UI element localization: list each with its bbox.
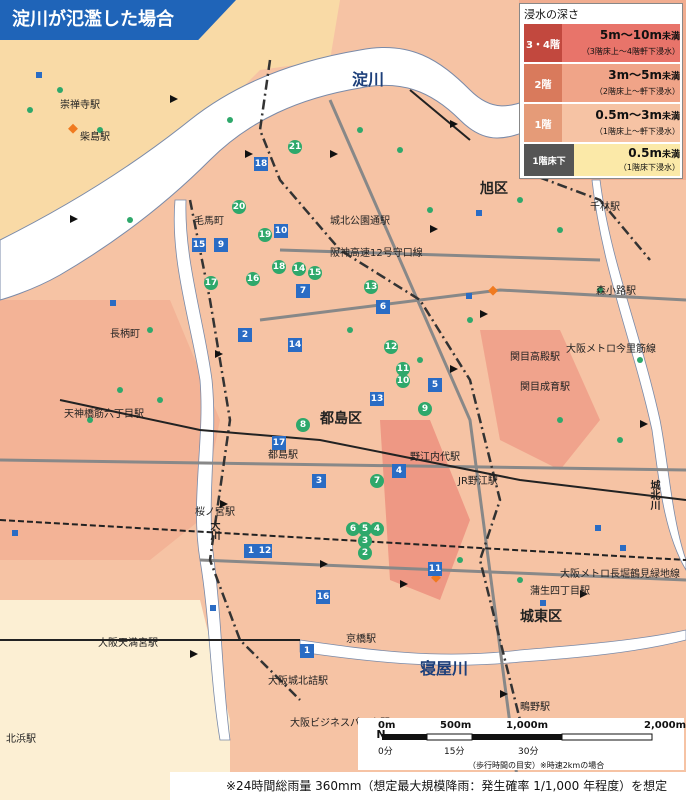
label-neyagawa: 寝屋川 (420, 659, 469, 678)
label-shigino: 鴫野駅 (520, 702, 550, 713)
shelter-blue-marker: 1 (300, 644, 314, 658)
shelter-green-marker: 20 (232, 200, 246, 214)
shelter-green-marker: 8 (296, 418, 310, 432)
shelter-blue-marker: 4 (392, 464, 406, 478)
label-morishoji: 森小路駅 (596, 286, 636, 297)
shelter-blue-marker: 17 (272, 436, 286, 450)
scale-1000m: 1,000m (506, 720, 549, 731)
shelter-green-marker: 14 (292, 262, 306, 276)
label-gamo: 蒲生四丁目駅 (530, 586, 590, 597)
shelter-green-marker: 10 (396, 374, 410, 388)
shelter-blue-marker: 10 (274, 224, 288, 238)
legend-note-low: （1階床上～軒下浸水） (594, 127, 680, 136)
label-sekime: 関目高殿駅 (510, 352, 560, 363)
legend-title: 浸水の深さ (524, 8, 579, 21)
label-shirokita: 城北川 (648, 480, 659, 510)
label-jr-noe: JR野江駅 (458, 476, 498, 487)
legend-icon-1: 1階 (524, 104, 562, 142)
legend-icon-34: 3・4階 (524, 24, 562, 62)
label-osaka-tenmangu: 大阪天満宮駅 (98, 638, 158, 649)
shelter-blue-marker: 14 (288, 338, 302, 352)
label-koen-minami: 城北公園通駅 (330, 216, 390, 227)
shelter-blue-marker: 9 (214, 238, 228, 252)
label-shibajima: 柴島駅 (80, 132, 110, 143)
shelter-blue-marker: 18 (254, 157, 268, 171)
label-yodogawa: 淀川 (352, 70, 385, 89)
shelter-green-marker: 17 (204, 276, 218, 290)
legend-range-mid: 3m～5m未満 (608, 68, 680, 82)
shelter-blue-marker: 2 (238, 328, 252, 342)
map-title: 淀川が氾濫した場合 (0, 0, 236, 40)
legend-icon-2: 2階 (524, 64, 562, 102)
shelter-green-marker: 4 (370, 522, 384, 536)
shelter-green-marker: 21 (288, 140, 302, 154)
shelter-green-marker: 2 (358, 546, 372, 560)
scale-2000m: 2,000m (644, 720, 686, 731)
shelter-blue-marker: 12 (258, 544, 272, 558)
legend-row-low: 1階 0.5m～3m未満 （1階床上～軒下浸水） (524, 104, 680, 142)
label-noe-uchindai: 野江内代駅 (410, 452, 460, 463)
legend-row-mid: 2階 3m～5m未満 （2階床上～軒下浸水） (524, 64, 680, 102)
shelter-blue-marker: 3 (312, 474, 326, 488)
scale-footnote: （歩行時間の目安）※時速2kmの場合 (468, 761, 605, 770)
shelter-green-marker: 9 (418, 402, 432, 416)
label-miyakojima: 都島区 (320, 411, 362, 427)
legend-row-floor: 1階床下 0.5m未満 （1階床下浸水） (524, 144, 680, 176)
label-senbayashi: 千林駅 (590, 202, 620, 213)
scale-bar: 0m 500m 1,000m 2,000m 0分 15分 30分 （歩行時間の目… (358, 718, 686, 770)
label-kema: 毛馬町 (194, 216, 224, 227)
shelter-green-marker: 16 (246, 272, 260, 286)
legend-note-mid: （2階床上～軒下浸水） (594, 87, 680, 96)
label-nagahori-line: 大阪メトロ長堀鶴見緑地線 (560, 569, 680, 580)
shelter-green-marker: 12 (384, 340, 398, 354)
label-kitahama: 北浜駅 (6, 734, 36, 745)
shelter-blue-marker: 7 (296, 284, 310, 298)
legend-note-floor: （1階床下浸水） (618, 163, 680, 172)
label-tenjinbashi: 天神橋筋六丁目駅 (64, 409, 144, 420)
label-imazato-line: 大阪メトロ今里筋線 (566, 344, 656, 355)
rainfall-note: ※24時間総雨量 360mm（想定最大規模降雨：発生確率 1/1,000 年程度… (170, 772, 686, 800)
shelter-green-marker: 18 (272, 260, 286, 274)
label-nagara: 長柄町 (110, 329, 140, 340)
label-osakajo-kitazume: 大阪城北詰駅 (268, 676, 328, 687)
shelter-blue-marker: 13 (370, 392, 384, 406)
legend-icon-floor: 1階床下 (524, 144, 574, 176)
shelter-green-marker: 7 (370, 474, 384, 488)
label-joto: 城東区 (520, 609, 562, 625)
label-sekime-seiiku: 関目成育駅 (520, 382, 570, 393)
shelter-blue-marker: 6 (376, 300, 390, 314)
shelter-green-marker: 15 (308, 266, 322, 280)
legend-note-high: （3階床上～4階軒下浸水） (581, 47, 680, 56)
label-kyobashi: 京橋駅 (346, 634, 376, 645)
shelter-green-marker: 19 (258, 228, 272, 242)
depth-legend: 浸水の深さ 3・4階 5m～10m未満 （3階床上～4階軒下浸水） 2階 3m～… (519, 3, 683, 179)
shelter-blue-marker: 16 (316, 590, 330, 604)
legend-range-high: 5m～10m未満 (599, 28, 680, 42)
legend-row-high: 3・4階 5m～10m未満 （3階床上～4階軒下浸水） (524, 24, 680, 62)
scale-0min: 0分 (378, 747, 393, 757)
shelter-blue-marker: 11 (428, 562, 442, 576)
north-arrow: N (376, 728, 386, 741)
shelter-green-marker: 13 (364, 280, 378, 294)
scale-15min: 15分 (444, 747, 465, 757)
label-sosei-ji: 崇禅寺駅 (60, 100, 100, 111)
scale-30min: 30分 (518, 747, 539, 757)
label-asahi: 旭区 (480, 181, 508, 197)
legend-range-low: 0.5m～3m未満 (595, 108, 680, 122)
shelter-blue-marker: 15 (192, 238, 206, 252)
label-sakuranomiya: 桜ノ宮駅 (195, 507, 235, 518)
shelter-blue-marker: 5 (428, 378, 442, 392)
label-hanshin-route: 阪神高速12号守口線 (330, 248, 423, 259)
label-okawa: 大川 (208, 520, 219, 540)
scale-500m: 500m (440, 720, 472, 731)
legend-range-floor: 0.5m未満 (628, 146, 680, 160)
city-center-area (0, 600, 230, 800)
shelter-blue-marker: 1 (244, 544, 258, 558)
